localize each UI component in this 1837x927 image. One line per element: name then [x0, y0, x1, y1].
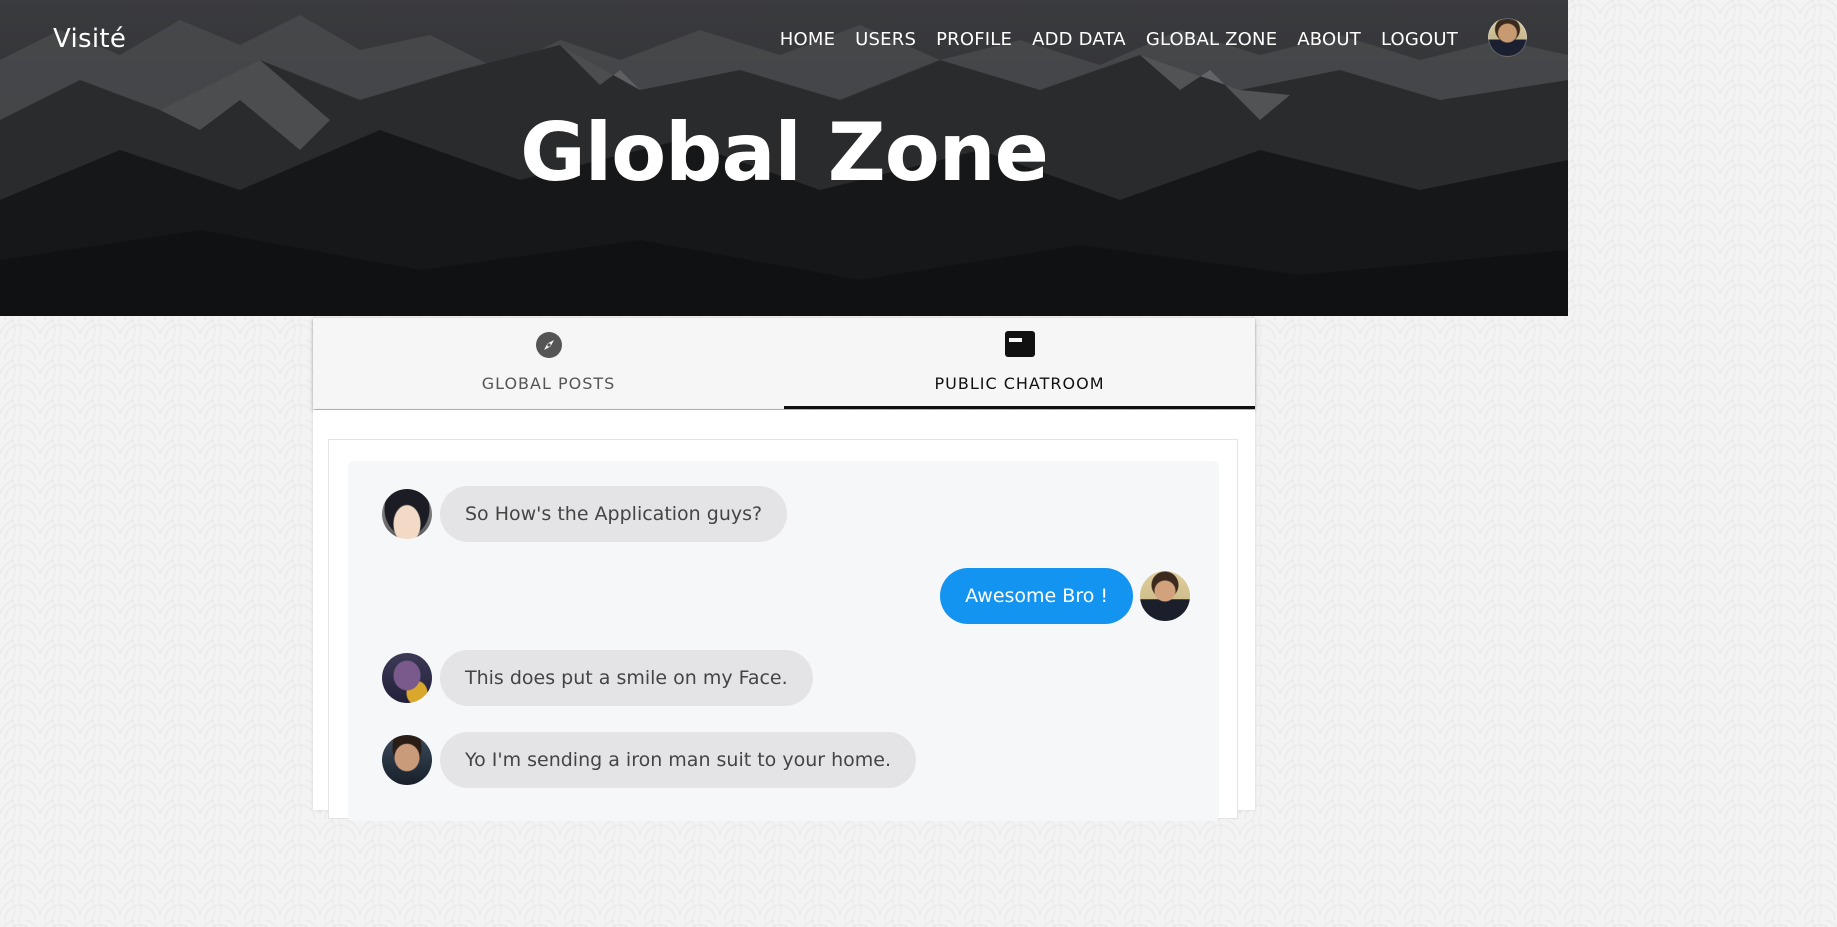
- tab-label: PUBLIC CHATROOM: [934, 374, 1105, 393]
- self-avatar: [1140, 571, 1190, 621]
- zone-tabs: GLOBAL POSTS PUBLIC CHATROOM: [313, 318, 1255, 409]
- chatroom-panel: So How's the Application guys? Awesome B…: [313, 410, 1255, 821]
- stark-avatar: [382, 735, 432, 785]
- tab-public-chatroom[interactable]: PUBLIC CHATROOM: [784, 318, 1255, 409]
- nav-logout[interactable]: LOGOUT: [1371, 28, 1468, 52]
- chat-message: Awesome Bro !: [940, 568, 1190, 624]
- hero-banner: Visité HOME USERS PROFILE ADD DATA GLOBA…: [0, 0, 1568, 316]
- chat-window-icon: [1004, 331, 1035, 362]
- nav-about[interactable]: ABOUT: [1287, 28, 1371, 52]
- nav-users[interactable]: USERS: [845, 28, 926, 52]
- thanos-avatar: [382, 653, 432, 703]
- user-avatar[interactable]: [1488, 18, 1527, 57]
- chat-message: Yo I'm sending a iron man suit to your h…: [382, 732, 917, 788]
- message-bubble: Yo I'm sending a iron man suit to your h…: [440, 732, 917, 788]
- page-title: Global Zone: [520, 106, 1049, 199]
- message-list[interactable]: So How's the Application guys? Awesome B…: [348, 461, 1219, 821]
- chat-container: So How's the Application guys? Awesome B…: [328, 439, 1238, 821]
- nav-home[interactable]: HOME: [770, 28, 845, 52]
- message-bubble: Awesome Bro !: [940, 568, 1133, 624]
- nav-profile[interactable]: PROFILE: [926, 28, 1022, 52]
- compass-icon: [535, 331, 563, 364]
- chat-message: This does put a smile on my Face.: [382, 650, 813, 706]
- tab-global-posts[interactable]: GLOBAL POSTS: [313, 318, 784, 409]
- chat-message: So How's the Application guys?: [382, 486, 788, 542]
- message-bubble: This does put a smile on my Face.: [440, 650, 813, 706]
- brand-logo[interactable]: Visité: [53, 24, 126, 54]
- main-navigation: HOME USERS PROFILE ADD DATA GLOBAL ZONE …: [770, 28, 1468, 52]
- tab-label: GLOBAL POSTS: [481, 374, 616, 393]
- nav-add-data[interactable]: ADD DATA: [1022, 28, 1136, 52]
- nav-global-zone[interactable]: GLOBAL ZONE: [1136, 28, 1287, 52]
- message-bubble: So How's the Application guys?: [440, 486, 788, 542]
- anime-avatar: [382, 489, 432, 539]
